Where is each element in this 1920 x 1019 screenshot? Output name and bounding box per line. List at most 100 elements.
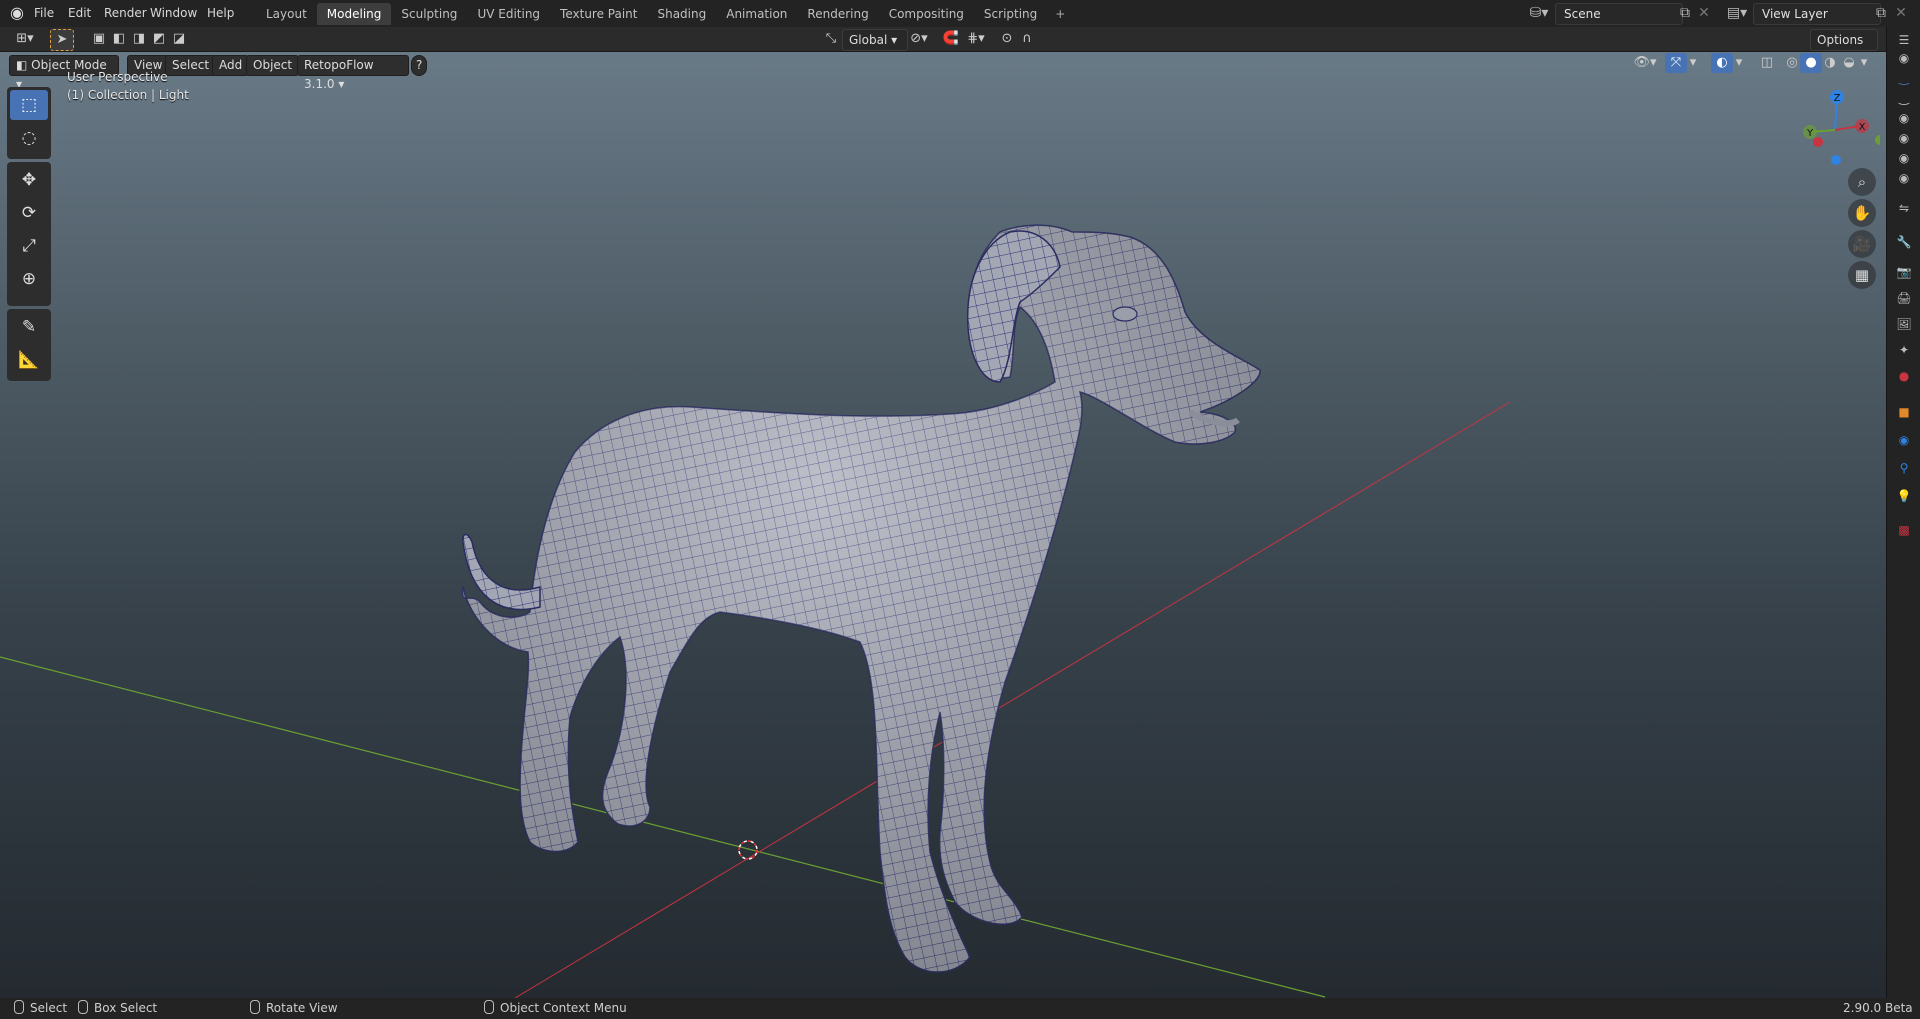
tool-properties-icon[interactable]: 🔧 [1895, 233, 1913, 251]
zoom-view-icon[interactable]: ⌕ [1848, 168, 1876, 196]
tool-header: ⊞▾ ➤ ▣ ◧ ◨ ◩ ◪ ⤡ Global ▾ ⊘▾ 🧲 ⋕▾ ⊙ ∩ Op… [0, 27, 1920, 67]
pivot-point-icon[interactable]: ⊘▾ [905, 29, 933, 49]
transform-orientation-icon: ⤡ [825, 31, 837, 46]
tab-scripting[interactable]: Scripting [974, 3, 1047, 25]
editor-type-icon[interactable]: ⊞▾ [10, 29, 40, 49]
rotate-tool-icon[interactable]: ⟳ [10, 198, 48, 228]
select-extend-icon[interactable]: ◧ [108, 29, 130, 49]
outliner-icon[interactable]: ☰ [1895, 31, 1913, 49]
select-box-tool-icon[interactable]: ⬚ [10, 90, 48, 120]
eye-icon[interactable]: ◉ [1895, 169, 1913, 187]
tab-rendering[interactable]: Rendering [797, 3, 878, 25]
properties-toggle-icon[interactable]: ⇋ [1895, 199, 1913, 217]
dog-mesh[interactable] [461, 224, 1261, 973]
snap-toggle-icon[interactable]: 🧲 [940, 29, 962, 49]
menu-file[interactable]: File [34, 0, 54, 27]
transform-orientation-dropdown[interactable]: Global ▾ [842, 29, 908, 51]
add-workspace-button[interactable]: + [1047, 3, 1073, 25]
gizmo-dropdown-icon[interactable]: ▾ [1686, 53, 1700, 73]
new-view-layer-icon[interactable]: ⧉ [1872, 3, 1890, 23]
view-layer-selector-icon[interactable]: ▤▾ [1722, 3, 1752, 23]
render-properties-icon[interactable]: 📷 [1895, 263, 1913, 281]
select-menu[interactable]: Select [165, 55, 217, 76]
select-tool-icon[interactable]: ➤ [50, 29, 74, 51]
scene-selector-icon[interactable]: ⛁▾ [1524, 3, 1554, 23]
navigation-gizmo[interactable]: Z X Y [1790, 82, 1880, 172]
output-properties-icon[interactable]: 🖨 [1895, 289, 1913, 307]
tab-modeling[interactable]: Modeling [316, 3, 392, 25]
collection-arrow-icon[interactable]: ‿ [1895, 89, 1913, 107]
falloff-curve-icon[interactable]: ∩ [1016, 29, 1038, 49]
tab-compositing[interactable]: Compositing [879, 3, 974, 25]
object-properties-icon[interactable]: ■ [1895, 403, 1913, 421]
help-icon: ? [416, 58, 423, 72]
measure-tool-icon[interactable]: 📐 [10, 345, 48, 375]
data-properties-icon[interactable]: 💡 [1895, 487, 1913, 505]
overlays-toggle-icon[interactable]: ◐ [1711, 53, 1733, 73]
status-bar: Select Box Select Rotate View Object Con… [0, 998, 1920, 1019]
overlays-dropdown-icon[interactable]: ▾ [1732, 53, 1746, 73]
options-label: Options [1817, 33, 1864, 47]
move-tool-icon[interactable]: ✥ [10, 165, 48, 195]
xray-toggle-icon[interactable]: ◫ [1756, 53, 1778, 73]
status-box-select: Box Select [78, 998, 157, 1019]
select-new-icon[interactable]: ▣ [88, 29, 110, 49]
options-dropdown[interactable]: Options ▾ [1810, 29, 1878, 67]
transform-tool-icon[interactable]: ⊕ [10, 264, 48, 294]
view-layer-field[interactable]: View Layer [1753, 3, 1881, 25]
gizmo-toggle-icon[interactable]: ⤧ [1665, 53, 1687, 73]
select-invert-icon[interactable]: ◩ [148, 29, 170, 49]
eye-icon[interactable]: ◉ [1895, 149, 1913, 167]
viewport-scene [0, 224, 1511, 998]
tab-uv-editing[interactable]: UV Editing [467, 3, 550, 25]
annotate-tool-icon[interactable]: ✎ [10, 312, 48, 342]
collection-arrow-icon[interactable]: ‿ [1895, 69, 1913, 87]
add-menu[interactable]: Add [212, 55, 250, 76]
status-select-label: Select [30, 1001, 68, 1015]
cursor-tool-icon[interactable]: ◌ [10, 123, 48, 153]
view-layer-properties-icon[interactable]: 🖼 [1895, 315, 1913, 333]
tab-animation[interactable]: Animation [716, 3, 797, 25]
tab-texture-paint[interactable]: Texture Paint [550, 3, 647, 25]
tab-layout[interactable]: Layout [256, 3, 317, 25]
object-menu[interactable]: Object [246, 55, 300, 76]
delete-view-layer-icon[interactable]: ✕ [1892, 3, 1910, 23]
toolbar-annotate-group: ✎ 📐 [7, 309, 51, 381]
menu-help[interactable]: Help [207, 0, 234, 27]
ortho-toggle-icon[interactable]: ▦ [1848, 261, 1876, 289]
scale-tool-icon[interactable]: ⤢ [10, 231, 48, 261]
select-subtract-icon[interactable]: ◨ [128, 29, 150, 49]
menu-render[interactable]: Render [104, 0, 147, 27]
snap-target-icon[interactable]: ⋕▾ [962, 29, 990, 49]
eye-icon[interactable]: ◉ [1895, 129, 1913, 147]
constraint-properties-icon[interactable]: ⚲ [1895, 459, 1913, 477]
menu-window[interactable]: Window [150, 0, 197, 27]
select-intersect-icon[interactable]: ◪ [168, 29, 190, 49]
proportional-edit-icon[interactable]: ⊙ [996, 29, 1018, 49]
status-select: Select [14, 998, 67, 1019]
gizmo-y-label: Y [1806, 128, 1814, 139]
pan-view-icon[interactable]: ✋ [1848, 199, 1876, 227]
new-scene-icon[interactable]: ⧉ [1676, 3, 1694, 23]
y-axis-line [0, 656, 1326, 998]
help-button[interactable]: ? [411, 55, 427, 76]
mouse-middle-icon [250, 1000, 260, 1014]
camera-view-icon[interactable]: 🎥 [1848, 230, 1876, 258]
view-perspective-label: User Perspective [67, 70, 168, 84]
blender-logo-icon[interactable]: ◉ [8, 4, 26, 22]
shading-dropdown-icon[interactable]: ▾ [1857, 53, 1871, 73]
tab-shading[interactable]: Shading [647, 3, 716, 25]
scene-field[interactable]: Scene [1555, 3, 1683, 25]
texture-properties-icon[interactable]: ▩ [1895, 521, 1913, 539]
modifier-properties-icon[interactable]: ◉ [1895, 431, 1913, 449]
tab-sculpting[interactable]: Sculpting [391, 3, 467, 25]
eye-icon[interactable]: ◉ [1895, 49, 1913, 67]
retopoflow-menu[interactable]: RetopoFlow 3.1.0 ▾ [297, 55, 409, 91]
menu-edit[interactable]: Edit [68, 0, 91, 27]
visibility-icon[interactable]: 👁▾ [1630, 53, 1660, 73]
delete-scene-icon[interactable]: ✕ [1695, 3, 1713, 23]
scene-properties-icon[interactable]: ✦ [1895, 341, 1913, 359]
world-properties-icon[interactable]: ● [1895, 367, 1913, 385]
eye-icon[interactable]: ◉ [1895, 109, 1913, 127]
3d-viewport[interactable]: ◧ Object Mode ▾ View Select Add Object R… [0, 52, 1886, 998]
